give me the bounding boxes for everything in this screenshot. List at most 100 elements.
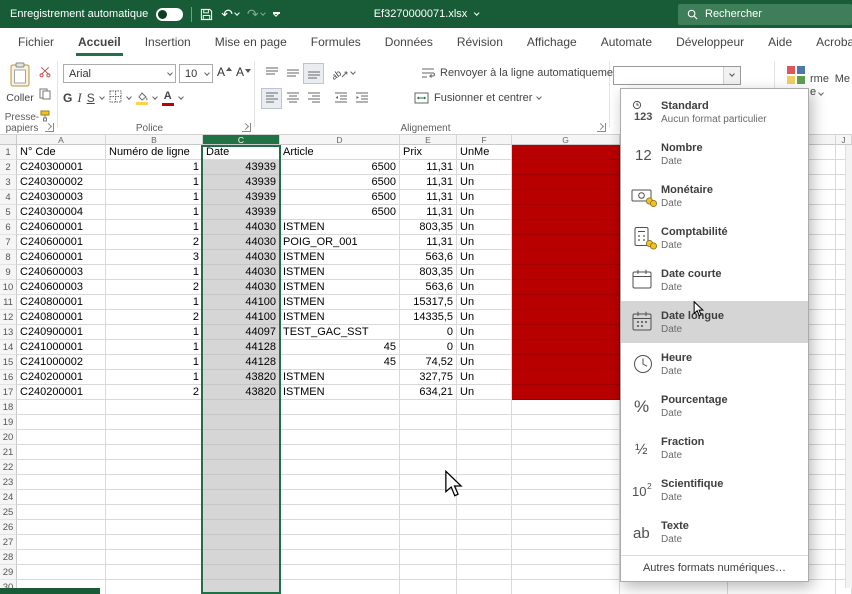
cut-button[interactable] [39,66,51,81]
format-option-nombre[interactable]: 12NombreDate [621,133,808,175]
underline-button[interactable]: S [87,91,95,105]
cell-G27[interactable] [512,535,620,550]
cell-A15[interactable]: C241000002 [17,355,106,370]
cell-E19[interactable] [400,415,457,430]
cell-B26[interactable] [106,520,203,535]
row-header-9[interactable]: 9 [0,265,17,280]
tab-revision[interactable]: Révision [445,28,515,56]
row-header-28[interactable]: 28 [0,550,17,565]
cell-B18[interactable] [106,400,203,415]
cell-A29[interactable] [17,565,106,580]
align-bottom-button[interactable] [303,63,324,84]
cell-F5[interactable]: Un [457,205,512,220]
cell-F24[interactable] [457,490,512,505]
row-header-11[interactable]: 11 [0,295,17,310]
cell-G25[interactable] [512,505,620,520]
cell-E17[interactable]: 634,21 [400,385,457,400]
cell-G20[interactable] [512,430,620,445]
cell-A17[interactable]: C240200001 [17,385,106,400]
cell-F22[interactable] [457,460,512,475]
cell-E12[interactable]: 14335,5 [400,310,457,325]
cell-C15[interactable]: 44128 [203,355,280,370]
cell-G21[interactable] [512,445,620,460]
cell-B11[interactable]: 1 [106,295,203,310]
font-color-button[interactable]: A [162,91,174,106]
cell-B25[interactable] [106,505,203,520]
cell-A24[interactable] [17,490,106,505]
cell-D6[interactable]: ISTMEN [280,220,400,235]
row-header-2[interactable]: 2 [0,160,17,175]
cell-E22[interactable] [400,460,457,475]
cell-A10[interactable]: C240600003 [17,280,106,295]
cell-D24[interactable] [280,490,400,505]
row-header-22[interactable]: 22 [0,460,17,475]
cell-G13[interactable] [512,325,620,340]
cell-F14[interactable]: Un [457,340,512,355]
cell-C23[interactable] [203,475,280,490]
cell-A27[interactable] [17,535,106,550]
wrap-text-button[interactable]: Renvoyer à la ligne automatiquement [421,67,622,79]
cell-G19[interactable] [512,415,620,430]
cell-B30[interactable] [106,580,203,594]
merge-center-button[interactable]: Fusionner et centrer [414,92,541,104]
cell-D8[interactable]: ISTMEN [280,250,400,265]
cell-D11[interactable]: ISTMEN [280,295,400,310]
row-header-6[interactable]: 6 [0,220,17,235]
format-option-date-longue[interactable]: Date longueDate [621,301,808,343]
cell-A25[interactable] [17,505,106,520]
cell-D29[interactable] [280,565,400,580]
cell-D15[interactable]: 45 [280,355,400,370]
save-button[interactable] [200,8,213,21]
cell-B7[interactable]: 2 [106,235,203,250]
cell-G30[interactable] [512,580,620,594]
column-header-b[interactable]: B [106,135,203,145]
column-header-j[interactable]: J [836,135,852,145]
cell-B2[interactable]: 1 [106,160,203,175]
cell-G8[interactable] [512,250,620,265]
cell-B6[interactable]: 1 [106,220,203,235]
cell-D17[interactable]: ISTMEN [280,385,400,400]
cell-A18[interactable] [17,400,106,415]
cell-B3[interactable]: 1 [106,175,203,190]
document-title[interactable]: Ef3270000071.xlsx [374,0,479,28]
cell-F20[interactable] [457,430,512,445]
cell-C10[interactable]: 44030 [203,280,280,295]
row-header-15[interactable]: 15 [0,355,17,370]
font-dialog-launcher[interactable] [242,123,251,132]
cell-C27[interactable] [203,535,280,550]
format-option-fraction[interactable]: ½FractionDate [621,427,808,469]
select-all-corner[interactable] [0,135,17,145]
row-header-27[interactable]: 27 [0,535,17,550]
column-header-a[interactable]: A [17,135,106,145]
row-header-1[interactable]: 1 [0,145,17,160]
customize-toolbar-button[interactable] [273,12,280,15]
autosave-toggle[interactable] [156,8,183,21]
row-header-21[interactable]: 21 [0,445,17,460]
cell-D28[interactable] [280,550,400,565]
cell-C7[interactable]: 44030 [203,235,280,250]
cell-C8[interactable]: 44030 [203,250,280,265]
cell-D20[interactable] [280,430,400,445]
cell-B24[interactable] [106,490,203,505]
format-option-monetaire[interactable]: MonétaireDate [621,175,808,217]
cell-E5[interactable]: 11,31 [400,205,457,220]
cell-D9[interactable]: ISTMEN [280,265,400,280]
cell-G26[interactable] [512,520,620,535]
cell-B12[interactable]: 2 [106,310,203,325]
cell-E26[interactable] [400,520,457,535]
row-header-8[interactable]: 8 [0,250,17,265]
cell-B17[interactable]: 2 [106,385,203,400]
row-header-17[interactable]: 17 [0,385,17,400]
row-header-5[interactable]: 5 [0,205,17,220]
align-right-button[interactable] [303,88,324,109]
cell-A22[interactable] [17,460,106,475]
borders-dropdown-icon[interactable] [126,94,132,100]
cell-D14[interactable]: 45 [280,340,400,355]
row-header-13[interactable]: 13 [0,325,17,340]
italic-button[interactable]: I [77,90,81,106]
cell-A23[interactable] [17,475,106,490]
cell-C28[interactable] [203,550,280,565]
tab-insertion[interactable]: Insertion [133,28,203,56]
cell-A2[interactable]: C240300001 [17,160,106,175]
cell-F19[interactable] [457,415,512,430]
